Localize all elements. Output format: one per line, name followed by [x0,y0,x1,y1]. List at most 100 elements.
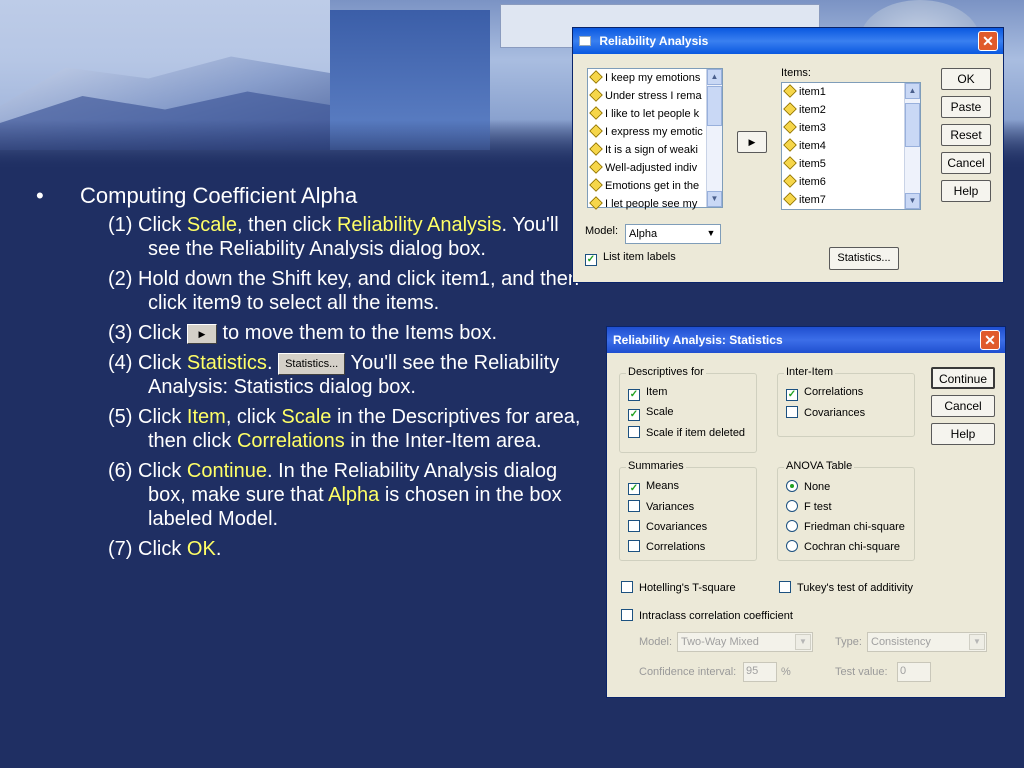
step-number: (4) [108,352,133,374]
paste-button[interactable]: Paste [941,96,991,118]
source-variable-item[interactable]: Emotions get in the [588,177,706,195]
source-variable-item[interactable]: I let people see my [588,195,706,213]
step-item: (5) Click Item, click Scale in the Descr… [108,405,582,453]
checkbox-icon[interactable] [628,540,640,552]
checkbox-option[interactable]: ✓ Item [628,386,667,401]
scroll-down-icon[interactable]: ▼ [707,191,722,207]
checkbox-icon[interactable]: ✓ [628,389,640,401]
radio-icon[interactable] [786,540,798,552]
checkbox-icon[interactable] [628,520,640,532]
checkbox-icon[interactable]: ✓ [628,409,640,421]
variable-icon [783,138,797,152]
close-icon[interactable]: ✕ [980,330,1000,350]
hotelling-checkbox[interactable]: Hotelling's T-square [621,581,736,594]
highlighted-term: Scale [186,214,237,236]
intraclass-label: Intraclass correlation coefficient [639,610,793,622]
checkbox-option[interactable]: Covariances [628,520,707,533]
radio-option[interactable]: Cochran chi-square [786,540,900,553]
checkbox-icon[interactable]: ✓ [585,254,597,266]
checkbox-icon[interactable] [779,581,791,593]
radio-icon[interactable] [786,480,798,492]
reset-button[interactable]: Reset [941,124,991,146]
help-button[interactable]: Help [941,180,991,202]
source-variable-item[interactable]: Under stress I rema [588,87,706,105]
checkbox-icon[interactable]: ✓ [628,483,640,495]
checkbox-option[interactable]: Scale if item deleted [628,426,745,439]
chevron-down-icon[interactable]: ▼ [703,226,719,242]
dialog-titlebar[interactable]: Reliability Analysis: Statistics ✕ [607,327,1005,353]
step-text: Click [138,322,187,344]
checkbox-option[interactable]: Correlations [628,540,705,553]
cancel-button[interactable]: Cancel [941,152,991,174]
checkbox-option[interactable]: Variances [628,500,694,513]
move-to-items-button[interactable]: ▶ [737,131,767,153]
slide-heading: Computing Coefficient Alpha [80,183,358,208]
source-variable-item[interactable]: Well-adjusted indiv [588,159,706,177]
option-label: Variances [646,501,695,513]
highlighted-term: Reliability Analysis [336,214,502,236]
checkbox-option[interactable]: ✓ Correlations [786,386,863,401]
model-select[interactable]: Alpha ▼ [625,224,721,244]
list-item-labels-checkbox[interactable]: ✓ List item labels [585,251,676,266]
variable-label: I like to let people k [605,108,700,120]
cancel-button[interactable]: Cancel [931,395,995,417]
variable-icon [589,88,603,102]
source-variable-item[interactable]: I express my emotic [588,123,706,141]
scroll-down-icon[interactable]: ▼ [905,193,920,209]
variable-label: Well-adjusted indiv [605,162,698,174]
item-variable[interactable]: item6 [782,173,904,191]
item-variable[interactable]: item3 [782,119,904,137]
items-label: Items: [781,67,811,79]
scroll-thumb[interactable] [905,103,920,147]
item-variable[interactable]: item4 [782,137,904,155]
item-variable[interactable]: item1 [782,83,904,101]
source-variable-item[interactable]: I like to let people k [588,105,706,123]
tukey-checkbox[interactable]: Tukey's test of additivity [779,581,913,594]
highlighted-term: Correlations [236,430,345,452]
continue-button[interactable]: Continue [931,367,995,389]
checkbox-option[interactable]: ✓ Scale [628,406,674,421]
highlighted-term: Alpha [328,484,380,506]
statistics-button[interactable]: Statistics... [829,247,899,270]
checkbox-icon[interactable] [621,609,633,621]
checkbox-icon[interactable]: ✓ [786,389,798,401]
radio-option[interactable]: None [786,480,830,493]
step-item: (6) Click Continue. In the Reliability A… [108,459,582,531]
items-list-scrollbar[interactable]: ▲ ▼ [904,83,920,209]
tukey-label: Tukey's test of additivity [797,582,914,594]
help-button[interactable]: Help [931,423,995,445]
checkbox-icon[interactable] [786,406,798,418]
list-item-labels-label: List item labels [603,251,676,263]
source-list-scrollbar[interactable]: ▲ ▼ [706,69,722,207]
radio-option[interactable]: Friedman chi-square [786,520,905,533]
scroll-thumb[interactable] [707,86,722,126]
inline-statistics-button: Statistics... [278,352,346,375]
scroll-up-icon[interactable]: ▲ [707,69,722,85]
items-list[interactable]: item1 item2 item3 item4 item5 item6 item7 ▲ ▼ [781,82,921,210]
item-variable[interactable]: item2 [782,101,904,119]
checkbox-icon[interactable] [628,500,640,512]
option-label: Cochran chi-square [804,541,900,553]
source-variable-item[interactable]: I keep my emotions [588,69,706,87]
close-icon[interactable]: ✕ [978,31,998,51]
item-variable[interactable]: item5 [782,155,904,173]
checkbox-icon[interactable] [628,426,640,438]
checkbox-option[interactable]: Covariances [786,406,865,419]
step-text: to move them to the Items box. [216,322,498,344]
scroll-up-icon[interactable]: ▲ [905,83,920,99]
checkbox-icon[interactable] [621,581,633,593]
highlighted-term: Continue [186,460,267,482]
radio-option[interactable]: F test [786,500,832,513]
reliability-analysis-dialog: Reliability Analysis ✕ I keep my emotion… [572,27,1004,283]
source-variable-list[interactable]: I keep my emotions Under stress I rema I l… [587,68,723,210]
confidence-interval-input: 95 [743,662,777,682]
ok-button[interactable]: OK [941,68,991,90]
intraclass-checkbox[interactable]: Intraclass correlation coefficient [621,609,793,622]
variable-icon [589,142,603,156]
checkbox-option[interactable]: ✓ Means [628,480,679,495]
source-variable-item[interactable]: It is a sign of weaki [588,141,706,159]
radio-icon[interactable] [786,520,798,532]
radio-icon[interactable] [786,500,798,512]
item-variable[interactable]: item7 [782,191,904,209]
dialog-titlebar[interactable]: Reliability Analysis ✕ [573,28,1003,54]
